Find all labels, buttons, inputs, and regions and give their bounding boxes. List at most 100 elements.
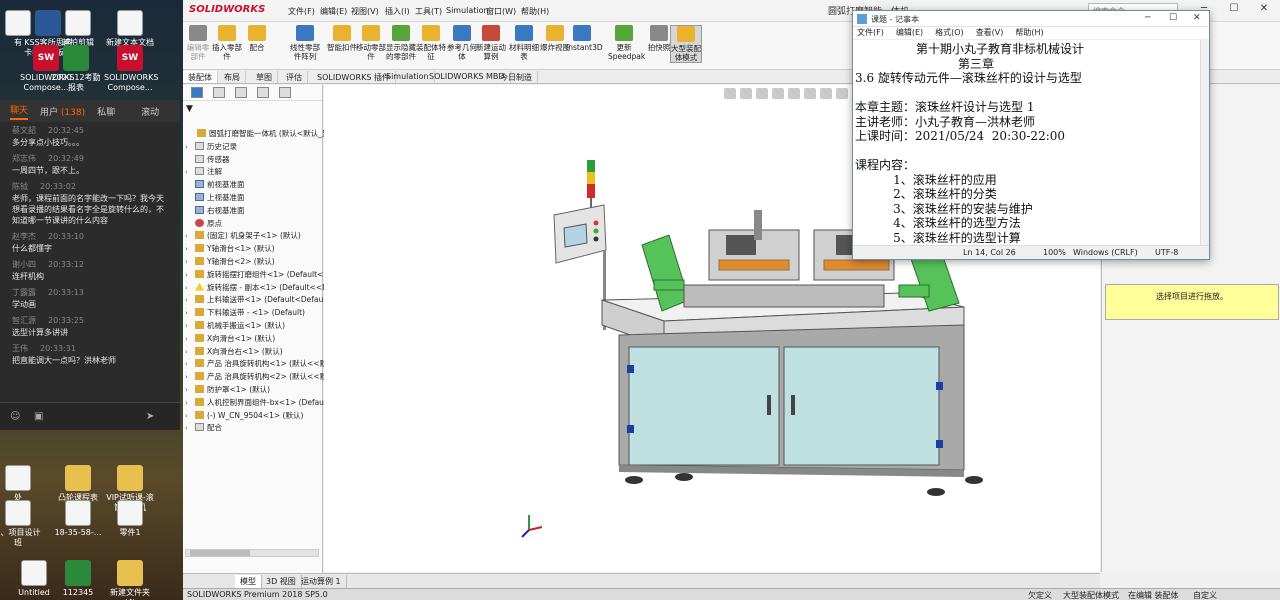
ribbon-button[interactable]: 编辑零部件 [185,25,211,61]
tree-node[interactable]: › 注解 [183,166,222,179]
notepad-menu-item[interactable]: 帮助(H) [1015,28,1043,37]
notepad-maximize-button[interactable]: ☐ [1169,13,1177,23]
expand-arrow-icon[interactable]: › [185,410,195,422]
tab-private[interactable]: 私聊 [97,105,115,118]
ribbon-button[interactable]: 更新Speedpak [608,25,645,61]
expand-arrow-icon[interactable]: › [185,230,195,242]
expand-arrow-icon[interactable]: › [185,166,195,178]
tree-horizontal-scrollbar[interactable] [185,549,319,557]
menu-item[interactable]: 编辑(E) [320,6,347,17]
tree-node[interactable]: › X向滑台右<1> (默认) [183,346,283,359]
expand-arrow-icon[interactable]: › [185,256,195,268]
tree-node[interactable]: › (固定) 机身架子<1> (默认) [183,230,301,243]
notepad-menu-item[interactable]: 查看(V) [976,28,1004,37]
desktop-icon[interactable]: 处 [0,465,44,503]
ribbon-button[interactable]: 材料明细表 [508,25,540,61]
ribbon-button[interactable]: 大型装配体模式 [670,25,702,63]
notepad-text-area[interactable]: 第十期小丸子教育非标机械设计 第三章 3.6 旋转传动元件—滚珠丝杆的设计与选型本… [853,40,1209,245]
ribbon-button[interactable]: 参考几何体 [446,25,478,61]
model-tab[interactable]: 运动算例 1 [296,575,347,588]
notepad-minimize-button[interactable]: ─ [1145,13,1150,23]
tree-node[interactable]: › 配合 [183,422,222,435]
command-tab[interactable]: 评估 [281,71,308,83]
display-manager-icon[interactable] [279,87,291,98]
expand-arrow-icon[interactable]: › [185,422,195,434]
ribbon-button[interactable]: 插入零部件 [211,25,243,61]
status-custom[interactable]: 自定义 [1193,590,1217,600]
expand-arrow-icon[interactable]: › [185,384,195,396]
tree-node[interactable]: › X向滑台<1> (默认) [183,333,275,346]
chat-input-bar[interactable]: ☺ ▣ ➤ [0,402,180,430]
command-tab[interactable]: 装配体 [183,71,218,83]
tree-node[interactable]: › 下料输送带 - <1> (Default) [183,307,305,320]
expand-arrow-icon[interactable]: › [185,346,195,358]
command-tab[interactable]: 今日制造 [495,71,538,83]
ribbon-button[interactable]: 移动零部件 [355,25,387,61]
tree-node[interactable]: › 产品 治具旋转机构<1> (默认<<默认 [183,358,335,371]
desktop-icon[interactable]: 3、项目设计班 [0,500,44,548]
tab-recent[interactable]: 滚动 [141,105,159,118]
send-icon[interactable]: ➤ [146,411,154,422]
expand-arrow-icon[interactable]: › [185,243,195,255]
desktop-icon[interactable]: 越拍剪辑 [52,10,104,48]
expand-arrow-icon[interactable]: › [185,333,195,345]
model-tab[interactable]: 模型 [235,575,262,588]
tab-chat[interactable]: 聊天 [10,103,29,120]
close-button[interactable]: ✕ [1253,3,1275,19]
tree-node[interactable]: › 防护罩<1> (默认) [183,384,270,397]
notepad-vertical-scrollbar[interactable] [1200,40,1209,247]
expand-arrow-icon[interactable]: › [185,320,195,332]
configuration-manager-icon[interactable] [235,87,247,98]
ribbon-button[interactable]: 装配体特征 [415,25,447,61]
tree-node[interactable]: 上视基准面 [183,192,245,205]
dimxpert-icon[interactable] [257,87,269,98]
tree-node[interactable]: › (-) W_CN_9504<1> (默认) [183,410,303,423]
expand-arrow-icon[interactable]: › [185,294,195,306]
property-manager-icon[interactable] [213,87,225,98]
expand-arrow-icon[interactable]: › [185,269,195,281]
expand-arrow-icon[interactable]: › [185,371,195,383]
expand-arrow-icon[interactable]: › [185,141,195,153]
notepad-menu-item[interactable]: 文件(F) [857,28,884,37]
tree-node[interactable]: › Y轴滑台<1> (默认) [183,243,275,256]
desktop-icon[interactable]: 零件1 [104,500,156,538]
feature-tree-icon[interactable] [191,87,203,98]
menu-item[interactable]: 插入(I) [385,6,410,17]
desktop-icon[interactable]: 18-35-58-... [52,500,104,538]
tree-node[interactable]: 右视基准面 [183,205,245,218]
expand-arrow-icon[interactable]: › [185,358,195,370]
tree-node[interactable]: 前视基准面 [183,179,245,192]
expand-arrow-icon[interactable]: › [185,397,195,409]
tab-users[interactable]: 用户 (138) [40,105,85,118]
command-tab[interactable]: 布局 [219,71,246,83]
ribbon-button[interactable]: 新建运动算例 [475,25,507,61]
expand-arrow-icon[interactable]: › [185,282,195,294]
notepad-close-button[interactable]: ✕ [1193,13,1201,23]
tree-node[interactable]: › 机械手搬运<1> (默认) [183,320,285,333]
menu-item[interactable]: 窗口(W) [486,6,516,17]
image-icon[interactable]: ▣ [34,411,43,422]
emoji-icon[interactable]: ☺ [10,411,20,422]
ribbon-button[interactable]: 配合 [241,25,273,52]
tree-node[interactable]: 传感器 [183,154,230,167]
notepad-menu-item[interactable]: 编辑(E) [896,28,923,37]
command-tab[interactable]: 草图 [251,71,278,83]
tree-node[interactable]: › 历史记录 [183,141,237,154]
desktop-icon[interactable]: 2020.12考勤报表 [50,45,102,93]
menu-item[interactable]: Simulation [446,6,489,15]
expand-arrow-icon[interactable]: › [185,307,195,319]
tree-node[interactable]: › 产品 治具旋转机构<2> (默认<<默认 [183,371,335,384]
ribbon-button[interactable]: 显示隐藏的零部件 [385,25,417,61]
ribbon-button[interactable]: 线性零部件阵列 [289,25,321,61]
menu-item[interactable]: 工具(T) [415,6,442,17]
desktop-icon[interactable]: SW SOLIDWORKS Compose... [104,45,158,93]
maximize-button[interactable]: ☐ [1223,3,1245,19]
menu-item[interactable]: 文件(F) [288,6,315,17]
desktop-icon[interactable]: 112345 [52,560,104,598]
ribbon-button[interactable]: Instant3D [566,25,603,52]
tree-node[interactable]: › Y轴滑台<2> (默认) [183,256,275,269]
filter-icon[interactable]: ▼ [186,104,193,114]
desktop-icon[interactable]: 新建文件夹 (4) [104,560,156,600]
ribbon-button[interactable]: 智能扣件 [326,25,358,52]
notepad-menu-item[interactable]: 格式(O) [935,28,964,37]
